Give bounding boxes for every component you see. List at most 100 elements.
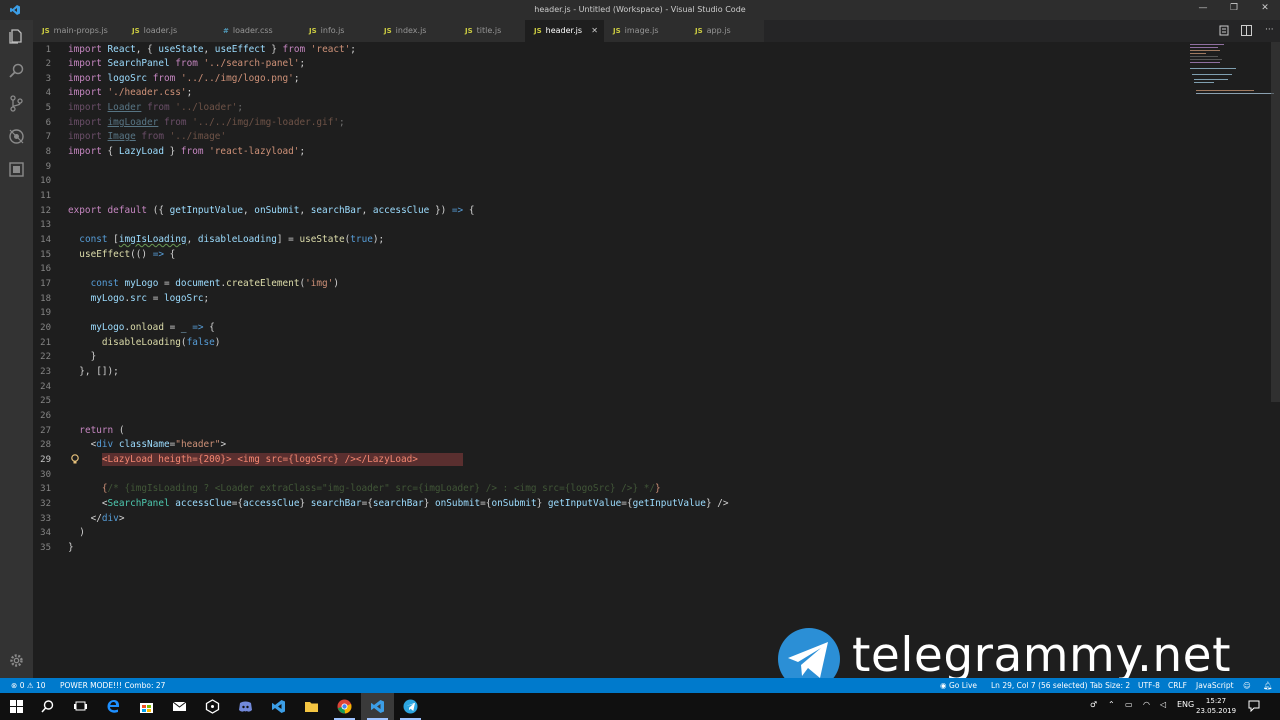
line-number: 32 xyxy=(40,499,51,509)
css-file-icon: # xyxy=(223,27,229,35)
tab-app[interactable]: JS app.js xyxy=(686,20,765,42)
line-ending[interactable]: CRLF xyxy=(1168,678,1187,693)
start-button[interactable] xyxy=(0,693,33,720)
taskbar-app-unity[interactable] xyxy=(196,693,229,720)
warning-count: 10 xyxy=(35,681,46,690)
taskbar-app-vscode[interactable] xyxy=(361,693,394,720)
feedback-icon[interactable]: ☺ xyxy=(1243,678,1251,693)
line-number: 18 xyxy=(40,294,51,304)
js-file-icon: JS xyxy=(132,27,140,35)
notifications-bell-icon[interactable]: 🔔︎ xyxy=(1263,678,1273,693)
close-tab-icon[interactable]: ✕ xyxy=(591,20,598,42)
taskbar-app-edge[interactable] xyxy=(97,693,130,720)
taskbar-app-store[interactable] xyxy=(130,693,163,720)
restore-button[interactable]: ❐ xyxy=(1227,3,1241,13)
tab-size[interactable]: Tab Size: 2 xyxy=(1090,678,1130,693)
action-center-icon[interactable] xyxy=(1248,700,1260,712)
problems-indicator[interactable]: ⊗ 0 ⚠ 10 xyxy=(11,678,46,693)
minimap[interactable] xyxy=(1190,42,1274,102)
close-window-button[interactable]: ✕ xyxy=(1258,3,1272,13)
go-live-button[interactable]: ◉ Go Live xyxy=(940,678,977,693)
line-number: 35 xyxy=(40,543,51,553)
editor-tabs: JS main-props.js JS loader.js # loader.css … xyxy=(33,20,1280,42)
line-number: 12 xyxy=(40,206,51,216)
extensions-icon[interactable] xyxy=(8,161,25,178)
line-number: 15 xyxy=(40,250,51,260)
tab-image[interactable]: JS image.js xyxy=(604,20,687,42)
unity-icon xyxy=(205,699,220,714)
wifi-icon[interactable]: ◠ xyxy=(1143,700,1150,709)
vscode-icon xyxy=(371,700,384,713)
open-changes-icon[interactable] xyxy=(1219,25,1229,36)
code-line: 34 ) xyxy=(33,526,1183,540)
taskbar-search-button[interactable] xyxy=(31,693,64,720)
code-line: 3 import logoSrc from '../../img/logo.png… xyxy=(33,72,1183,86)
visual-studio-icon xyxy=(272,700,285,713)
taskbar-app-visual-studio[interactable] xyxy=(262,693,295,720)
js-file-icon: JS xyxy=(613,27,621,35)
more-actions-icon[interactable]: ··· xyxy=(1265,25,1274,35)
input-language[interactable]: ENG xyxy=(1177,700,1194,709)
show-hidden-icons[interactable]: ⌃ xyxy=(1108,700,1115,709)
line-number: 13 xyxy=(40,220,51,230)
line-number: 34 xyxy=(40,528,51,538)
tab-loader[interactable]: JS loader.js xyxy=(123,20,215,42)
taskbar-app-telegram[interactable] xyxy=(394,693,427,720)
taskbar-app-discord[interactable] xyxy=(229,693,262,720)
code-line: 20 myLogo.onload = _ => { xyxy=(33,321,1183,335)
tab-label: loader.js xyxy=(143,26,178,35)
language-mode[interactable]: JavaScript xyxy=(1196,678,1234,693)
code-line: 26 xyxy=(33,409,1183,423)
store-icon xyxy=(140,703,153,713)
search-icon xyxy=(41,700,54,713)
tab-label: main-props.js xyxy=(53,26,108,35)
code-editor[interactable]: 1 import React, { useState, useEffect } f… xyxy=(33,42,1280,678)
debug-icon[interactable] xyxy=(8,128,25,145)
code-line: 5 import Loader from '../loader'; xyxy=(33,101,1183,115)
tab-header[interactable]: JS header.js ✕ xyxy=(525,20,605,42)
search-icon[interactable] xyxy=(8,62,25,79)
clock[interactable]: 15:27 23.05.2019 xyxy=(1196,696,1236,716)
split-editor-icon[interactable] xyxy=(1241,25,1252,36)
people-icon[interactable]: ♂ xyxy=(1090,700,1097,709)
line-number: 14 xyxy=(40,235,51,245)
code-line: 16 xyxy=(33,262,1183,276)
code-line: 27 return ( xyxy=(33,424,1183,438)
title-bar: header.js - Untitled (Workspace) - Visua… xyxy=(0,0,1280,20)
taskbar-app-mail[interactable] xyxy=(163,693,196,720)
taskbar-app-explorer[interactable] xyxy=(295,693,328,720)
tab-title[interactable]: JS title.js xyxy=(456,20,536,42)
vertical-scrollbar[interactable] xyxy=(1271,42,1280,402)
js-file-icon: JS xyxy=(695,27,703,35)
tab-main-props[interactable]: JS main-props.js xyxy=(33,20,134,42)
activity-bar xyxy=(0,20,33,678)
cursor-position[interactable]: Ln 29, Col 7 (56 selected) xyxy=(991,678,1088,693)
taskbar-app-chrome[interactable] xyxy=(328,693,361,720)
network-icon[interactable]: ▭ xyxy=(1125,700,1133,709)
line-number: 27 xyxy=(40,426,51,436)
source-control-icon[interactable] xyxy=(8,95,25,112)
line-number: 3 xyxy=(45,74,51,84)
status-bar: ⊗ 0 ⚠ 10 POWER MODE!!! Combo: 27 ◉ Go Li… xyxy=(0,678,1280,693)
line-number: 30 xyxy=(40,470,51,480)
task-view-button[interactable] xyxy=(64,693,97,720)
line-number: 19 xyxy=(40,308,51,318)
code-line: 2 import SearchPanel from '../search-pane… xyxy=(33,57,1183,71)
line-number: 23 xyxy=(40,367,51,377)
tab-loader-css[interactable]: # loader.css xyxy=(214,20,301,42)
encoding[interactable]: UTF-8 xyxy=(1138,678,1160,693)
tab-index[interactable]: JS index.js xyxy=(375,20,457,42)
tab-info[interactable]: JS info.js xyxy=(300,20,376,42)
tab-label: title.js xyxy=(476,26,502,35)
volume-icon[interactable]: ◁ xyxy=(1160,700,1166,709)
task-view-icon xyxy=(74,701,87,711)
settings-gear-icon[interactable] xyxy=(8,652,25,669)
line-number: 25 xyxy=(40,396,51,406)
minimize-button[interactable]: — xyxy=(1196,3,1210,13)
line-number: 24 xyxy=(40,382,51,392)
error-count: 0 xyxy=(19,681,25,690)
code-line: 25 xyxy=(33,394,1183,408)
explorer-icon[interactable] xyxy=(8,28,25,45)
line-number: 33 xyxy=(40,514,51,524)
edge-browser-icon xyxy=(107,700,120,713)
